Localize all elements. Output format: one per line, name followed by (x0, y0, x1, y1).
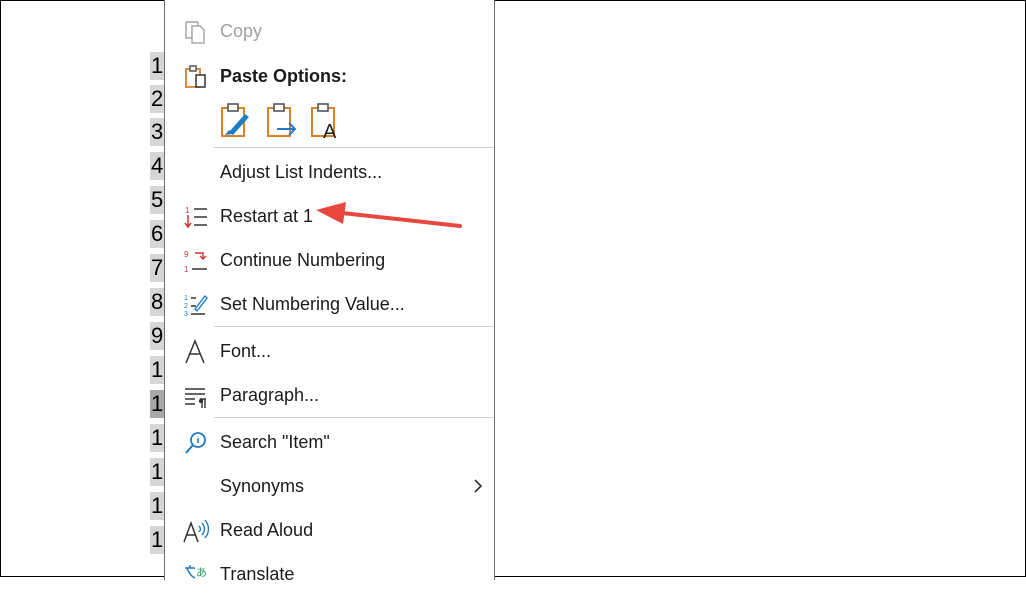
list-number: 7 (150, 254, 164, 282)
list-number: 9 (150, 322, 164, 350)
svg-text:1: 1 (184, 295, 188, 302)
menu-separator (214, 417, 494, 418)
menu-separator (214, 326, 494, 327)
list-number: 1 (150, 492, 164, 520)
set-numbering-value-icon: 1 2 3 (184, 294, 208, 318)
list-number: 6 (150, 220, 164, 248)
search-icon (185, 432, 206, 454)
translate-label: Translate (220, 564, 295, 584)
search-label: Search "Item" (220, 432, 330, 452)
svg-text:1: 1 (185, 206, 190, 215)
list-number: 1 (150, 424, 164, 452)
font-icon (185, 339, 205, 364)
context-menu: Copy Paste Options: A Adjust List Indent… (164, 0, 495, 584)
paste-merge-formatting-icon[interactable] (265, 102, 299, 140)
list-number: 2 (150, 85, 164, 113)
restart-numbering-icon: 1 (184, 206, 207, 229)
synonyms-label: Synonyms (220, 476, 305, 496)
font-label: Font... (220, 341, 272, 361)
read-aloud-label: Read Aloud (220, 520, 314, 540)
list-number: 1 (150, 458, 164, 486)
paste-text-only-icon[interactable]: A (309, 102, 343, 140)
svg-text:A: A (323, 121, 337, 140)
list-number: 8 (150, 288, 164, 316)
annotation-arrow (316, 202, 462, 228)
menu-item-font[interactable]: Font... (165, 332, 494, 370)
set-numbering-value-label: Set Numbering Value... (220, 294, 405, 314)
list-number: 1 (150, 356, 164, 384)
list-number: 1 (150, 526, 164, 554)
menu-item-synonyms[interactable]: Synonyms (165, 467, 494, 505)
svg-text:3: 3 (184, 311, 188, 318)
menu-item-paragraph[interactable]: Paragraph... (165, 376, 494, 414)
paragraph-label: Paragraph... (220, 385, 320, 405)
paragraph-icon (185, 388, 206, 408)
list-number: 3 (150, 118, 164, 146)
menu-item-continue-numbering[interactable]: 9 1 Continue Numbering (165, 241, 494, 279)
chevron-right-icon (474, 479, 483, 493)
paste-options-header: Paste Options: (165, 57, 494, 95)
copy-label: Copy (220, 21, 263, 41)
continue-numbering-icon: 9 1 (184, 250, 207, 274)
translate-icon: あ (185, 565, 207, 579)
svg-text:2: 2 (184, 303, 188, 310)
menu-item-copy[interactable]: Copy (165, 12, 494, 50)
paste-keep-formatting-icon[interactable] (219, 102, 253, 140)
svg-text:9: 9 (184, 250, 189, 259)
menu-separator (214, 147, 494, 148)
list-number-selected[interactable]: 1 (150, 390, 164, 418)
list-number: 1 (150, 52, 164, 80)
svg-text:1: 1 (184, 265, 189, 274)
continue-numbering-label: Continue Numbering (220, 250, 386, 270)
clipboard-icon (185, 65, 206, 88)
read-aloud-icon (183, 519, 209, 543)
menu-item-read-aloud[interactable]: Read Aloud (165, 511, 494, 549)
svg-text:あ: あ (196, 566, 207, 579)
copy-icon (185, 21, 205, 44)
menu-item-search[interactable]: Search "Item" (165, 423, 494, 461)
menu-item-adjust-list-indents[interactable]: Adjust List Indents... (165, 153, 494, 191)
list-number: 5 (150, 186, 164, 214)
list-number: 4 (150, 152, 164, 180)
menu-item-set-numbering-value[interactable]: 1 2 3 Set Numbering Value... (165, 285, 494, 323)
adjust-list-indents-label: Adjust List Indents... (220, 162, 383, 182)
menu-item-translate[interactable]: あ Translate (165, 555, 494, 593)
paste-options-label: Paste Options: (220, 66, 348, 86)
